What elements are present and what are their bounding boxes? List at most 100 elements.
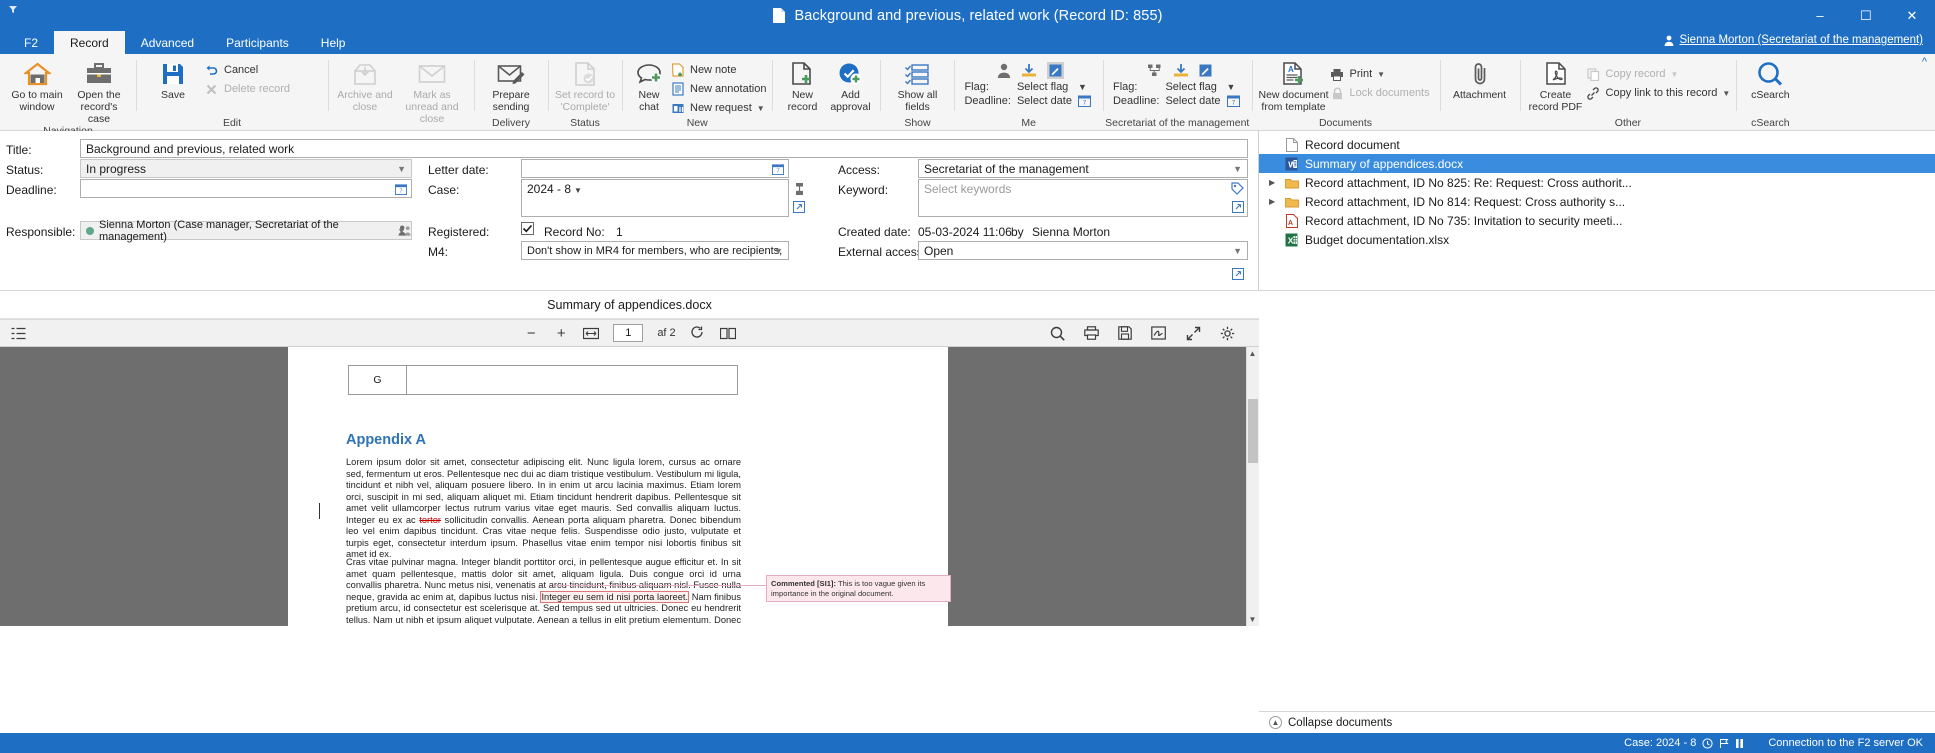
zoom-out-button[interactable]: − (523, 325, 539, 341)
expand-icon-case[interactable] (793, 201, 805, 213)
collapse-documents-bar[interactable]: ▲ Collapse documents (1259, 711, 1935, 733)
zoom-in-button[interactable]: + (553, 325, 569, 341)
paragraph-2-highlighted[interactable]: Integer eu sem id nisi porta laoreet. (540, 591, 689, 603)
open-records-case-button[interactable]: Open the record's case (68, 58, 130, 125)
print-icon[interactable] (1083, 325, 1099, 341)
current-user-link[interactable]: Sienna Morton (Secretariat of the manage… (1664, 34, 1923, 46)
attachment-button[interactable]: Attachment (1446, 58, 1514, 101)
save-button[interactable]: Save (142, 58, 204, 101)
document-list-item-summary-of-appendices[interactable]: W Summary of appendices.docx (1259, 154, 1935, 173)
gear-icon[interactable] (1219, 325, 1235, 341)
chevron-down-icon-status[interactable]: ▼ (397, 164, 406, 174)
document-list-item-attachment-814[interactable]: ▶ Record attachment, ID No 814: Request:… (1259, 192, 1935, 211)
me-flag-value[interactable]: Select flag (1017, 81, 1072, 93)
window-controls[interactable]: – ☐ ✕ (1797, 0, 1935, 31)
page-layout-icon[interactable] (720, 325, 736, 341)
deadline-input[interactable]: 7 (80, 179, 412, 198)
table-cell-g: G (349, 366, 407, 394)
print-button[interactable]: Print ▼ (1330, 66, 1430, 82)
title-input[interactable]: Background and previous, related work (80, 139, 1248, 158)
rotate-icon[interactable] (690, 325, 706, 341)
chevron-down-icon-case[interactable]: ▼ (574, 186, 582, 195)
document-list-item-record-document[interactable]: Record document (1259, 135, 1935, 154)
page-number-input[interactable]: 1 (613, 324, 643, 342)
scroll-down-arrow[interactable]: ▼ (1247, 613, 1258, 626)
add-approval-button[interactable]: Add approval (826, 58, 874, 113)
download-flag-icon[interactable] (1021, 63, 1037, 78)
download-flag-icon-2[interactable] (1173, 63, 1189, 78)
responsible-select[interactable]: Sienna Morton (Case manager, Secretariat… (80, 221, 412, 240)
cancel-button[interactable]: Cancel (204, 62, 290, 78)
chevron-down-icon-external[interactable]: ▼ (1233, 246, 1242, 256)
calendar-icon-letter-date[interactable]: 7 (772, 163, 784, 175)
csearch-button[interactable]: cSearch (1742, 58, 1798, 101)
me-flag-dropdown-icon[interactable]: ▼ (1078, 82, 1091, 92)
scrollbar-thumb[interactable] (1248, 399, 1258, 463)
clock-icon[interactable] (1702, 738, 1713, 749)
case-input[interactable]: 2024 - 8 ▼ (521, 179, 789, 217)
letter-date-input[interactable]: 7 (521, 159, 789, 178)
document-scrollbar[interactable]: ▲ ▼ (1246, 347, 1259, 626)
save-disk-icon[interactable] (1117, 325, 1133, 341)
chevron-down-icon-print[interactable]: ▼ (1377, 70, 1385, 79)
maximize-button[interactable]: ☐ (1843, 0, 1889, 31)
registered-checkbox[interactable] (521, 222, 534, 235)
close-button[interactable]: ✕ (1889, 0, 1935, 31)
prepare-sending-button[interactable]: Prepare sending (480, 58, 542, 113)
external-access-select[interactable]: Open ▼ (918, 241, 1248, 260)
new-note-button[interactable]: New note (670, 62, 766, 78)
comment-bubble[interactable]: Commented [SI1]: This is too vague given… (766, 575, 951, 602)
chevron-down-icon-access[interactable]: ▼ (1233, 164, 1242, 174)
document-list-item-attachment-825[interactable]: ▶ Record attachment, ID No 825: Re: Requ… (1259, 173, 1935, 192)
expand-icon-form[interactable] (1232, 268, 1244, 280)
edit-flag-icon-2[interactable] (1199, 64, 1212, 77)
access-select[interactable]: Secretariat of the management ▼ (918, 159, 1248, 178)
case-split-icon[interactable] (793, 182, 806, 196)
m4-select[interactable]: Don't show in MR4 for members, who are r… (521, 241, 789, 260)
chevron-down-icon-m4[interactable]: ▼ (774, 246, 783, 256)
calendar-icon-deadline[interactable]: 7 (395, 183, 407, 195)
tag-icon[interactable] (1231, 182, 1244, 196)
expand-twisty-825[interactable]: ▶ (1269, 178, 1278, 187)
new-chat-button[interactable]: New chat (628, 58, 670, 113)
signature-icon[interactable] (1151, 325, 1167, 341)
minimize-button[interactable]: – (1797, 0, 1843, 31)
chevron-down-icon[interactable]: ▼ (757, 104, 765, 113)
edit-flag-icon[interactable] (1047, 62, 1064, 79)
tab-record[interactable]: Record (54, 31, 125, 54)
flag-small-icon[interactable] (1719, 738, 1729, 749)
new-document-from-template-button[interactable]: A New document from template (1258, 58, 1330, 113)
sec-flag-value[interactable]: Select flag (1165, 81, 1220, 93)
scroll-up-arrow[interactable]: ▲ (1247, 347, 1258, 360)
status-select[interactable]: In progress ▼ (80, 159, 412, 178)
expand-twisty-814[interactable]: ▶ (1269, 197, 1278, 206)
search-icon[interactable] (1049, 325, 1065, 341)
chevron-down-icon-link[interactable]: ▼ (1722, 89, 1730, 98)
tab-advanced[interactable]: Advanced (125, 31, 210, 54)
new-record-button[interactable]: New record (778, 58, 826, 113)
document-viewer-canvas[interactable]: G Appendix A Lorem ipsum dolor sit amet,… (0, 347, 1259, 626)
sec-deadline-calendar-icon[interactable]: 7 (1227, 94, 1240, 107)
tab-f2[interactable]: F2 (8, 31, 54, 54)
tab-help[interactable]: Help (305, 31, 362, 54)
sec-deadline-value[interactable]: Select date (1165, 95, 1220, 107)
me-deadline-calendar-icon[interactable]: 7 (1078, 94, 1091, 107)
expand-arrows-icon[interactable] (1185, 325, 1201, 341)
document-list-item-budget-documentation[interactable]: X Budget documentation.xlsx (1259, 230, 1935, 249)
me-deadline-value[interactable]: Select date (1017, 95, 1072, 107)
create-record-pdf-button[interactable]: Create record PDF (1526, 58, 1586, 113)
new-request-button[interactable]: New request ▼ (670, 100, 766, 116)
document-list-item-attachment-735[interactable]: A Record attachment, ID No 735: Invitati… (1259, 211, 1935, 230)
chevron-up-circle-icon[interactable]: ▲ (1269, 716, 1282, 729)
fit-page-icon[interactable] (583, 325, 599, 341)
keyword-input[interactable]: Select keywords (918, 179, 1248, 217)
copy-link-button[interactable]: Copy link to this record ▼ (1586, 85, 1731, 101)
expand-icon-keyword[interactable] (1232, 201, 1244, 213)
contacts-icon[interactable] (398, 224, 411, 237)
sec-flag-dropdown-icon[interactable]: ▼ (1227, 82, 1240, 92)
tab-participants[interactable]: Participants (210, 31, 305, 54)
pause-icon[interactable] (1735, 738, 1744, 749)
new-annotation-button[interactable]: New annotation (670, 81, 766, 97)
show-all-fields-button[interactable]: Show all fields (886, 58, 948, 113)
go-to-main-window-button[interactable]: Go to main window (6, 58, 68, 113)
